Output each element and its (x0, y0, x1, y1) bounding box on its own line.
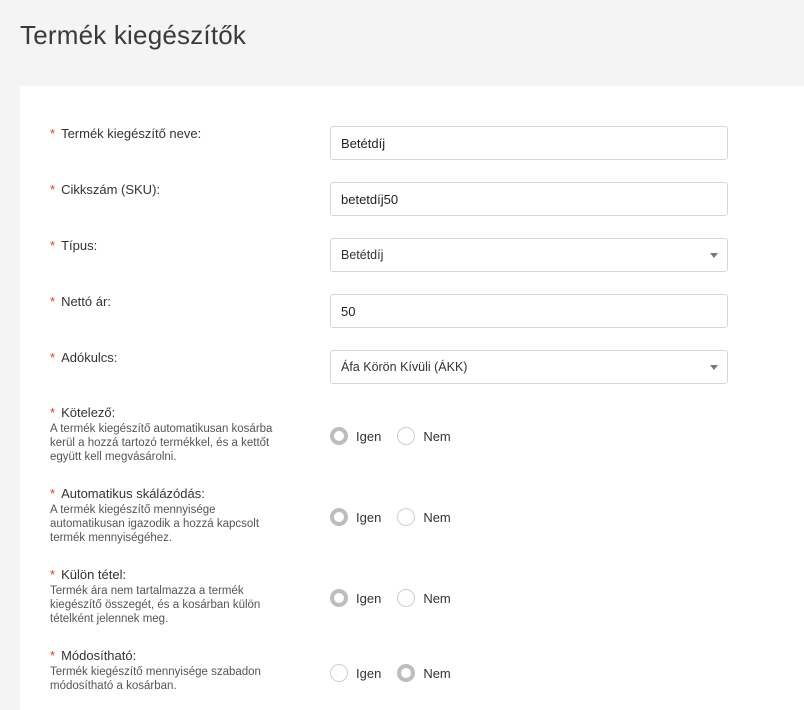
required-yes-radio[interactable] (330, 427, 348, 445)
auto-scale-radio-group: Igen Nem (330, 508, 467, 526)
name-label: * Termék kiegészítő neve: (50, 126, 201, 141)
separate-item-description: Termék ára nem tartalmazza a termék kieg… (50, 585, 261, 625)
required-no-label[interactable]: Nem (423, 429, 450, 444)
modifiable-yes-label[interactable]: Igen (356, 666, 381, 681)
separate-item-yes-radio[interactable] (330, 589, 348, 607)
name-input[interactable] (330, 126, 728, 160)
sku-input[interactable] (330, 182, 728, 216)
tax-label: * Adókulcs: (50, 350, 117, 365)
required-no-radio[interactable] (397, 427, 416, 445)
modifiable-no-radio[interactable] (397, 664, 416, 682)
form-panel: * Termék kiegészítő neve: * Cikkszám (SKU)… (20, 86, 804, 710)
separate-item-radio-group: Igen Nem (330, 589, 467, 607)
auto-scale-description: A termék kiegészítő mennyisége automatik… (50, 504, 260, 544)
separate-item-label: * Külön tétel: (50, 567, 126, 582)
separate-item-no-radio[interactable] (397, 589, 416, 607)
required-radio-group: Igen Nem (330, 427, 467, 445)
type-label: * Típus: (50, 238, 97, 253)
net-price-input[interactable] (330, 294, 728, 328)
auto-scale-no-label[interactable]: Nem (423, 510, 450, 525)
name-label-text: Termék kiegészítő neve: (61, 126, 202, 141)
modifiable-no-label[interactable]: Nem (423, 666, 450, 681)
required-star: * (50, 486, 56, 501)
separate-item-label-text: Külön tétel: (61, 567, 127, 582)
required-star: * (50, 350, 56, 365)
net-price-label-text: Nettó ár: (61, 294, 111, 309)
required-star: * (50, 648, 56, 663)
modifiable-yes-radio[interactable] (330, 664, 348, 682)
net-price-label: * Nettó ár: (50, 294, 111, 309)
page-title: Termék kiegészítők (20, 20, 247, 50)
type-select-value: Betétdíj (341, 248, 384, 262)
modifiable-label-text: Módosítható: (61, 648, 137, 663)
modifiable-radio-group: Igen Nem (330, 664, 467, 682)
separate-item-yes-label[interactable]: Igen (356, 591, 381, 606)
required-star: * (50, 238, 56, 253)
sku-label: * Cikkszám (SKU): (50, 182, 160, 197)
required-yes-label[interactable]: Igen (356, 429, 381, 444)
sku-label-text: Cikkszám (SKU): (61, 182, 161, 197)
auto-scale-no-radio[interactable] (397, 508, 416, 526)
chevron-down-icon (710, 365, 718, 370)
auto-scale-label: * Automatikus skálázódás: (50, 486, 205, 501)
separate-item-no-label[interactable]: Nem (423, 591, 450, 606)
required-star: * (50, 294, 56, 309)
modifiable-label: * Módosítható: (50, 648, 136, 663)
tax-select-value: Áfa Körön Kívüli (ÁKK) (341, 360, 468, 374)
auto-scale-label-text: Automatikus skálázódás: (61, 486, 205, 501)
required-star: * (50, 567, 56, 582)
required-star: * (50, 182, 56, 197)
type-label-text: Típus: (61, 238, 98, 253)
auto-scale-yes-label[interactable]: Igen (356, 510, 381, 525)
tax-label-text: Adókulcs: (61, 350, 118, 365)
tax-select[interactable]: Áfa Körön Kívüli (ÁKK) (330, 350, 728, 384)
required-label-text: Kötelező: (61, 405, 116, 420)
modifiable-description: Termék kiegészítő mennyisége szabadon mó… (50, 666, 261, 692)
required-star: * (50, 126, 56, 141)
chevron-down-icon (710, 253, 718, 258)
type-select[interactable]: Betétdíj (330, 238, 728, 272)
required-star: * (50, 405, 56, 420)
auto-scale-yes-radio[interactable] (330, 508, 348, 526)
required-label: * Kötelező: (50, 405, 115, 420)
required-description: A termék kiegészítő automatikusan kosárb… (50, 423, 273, 463)
